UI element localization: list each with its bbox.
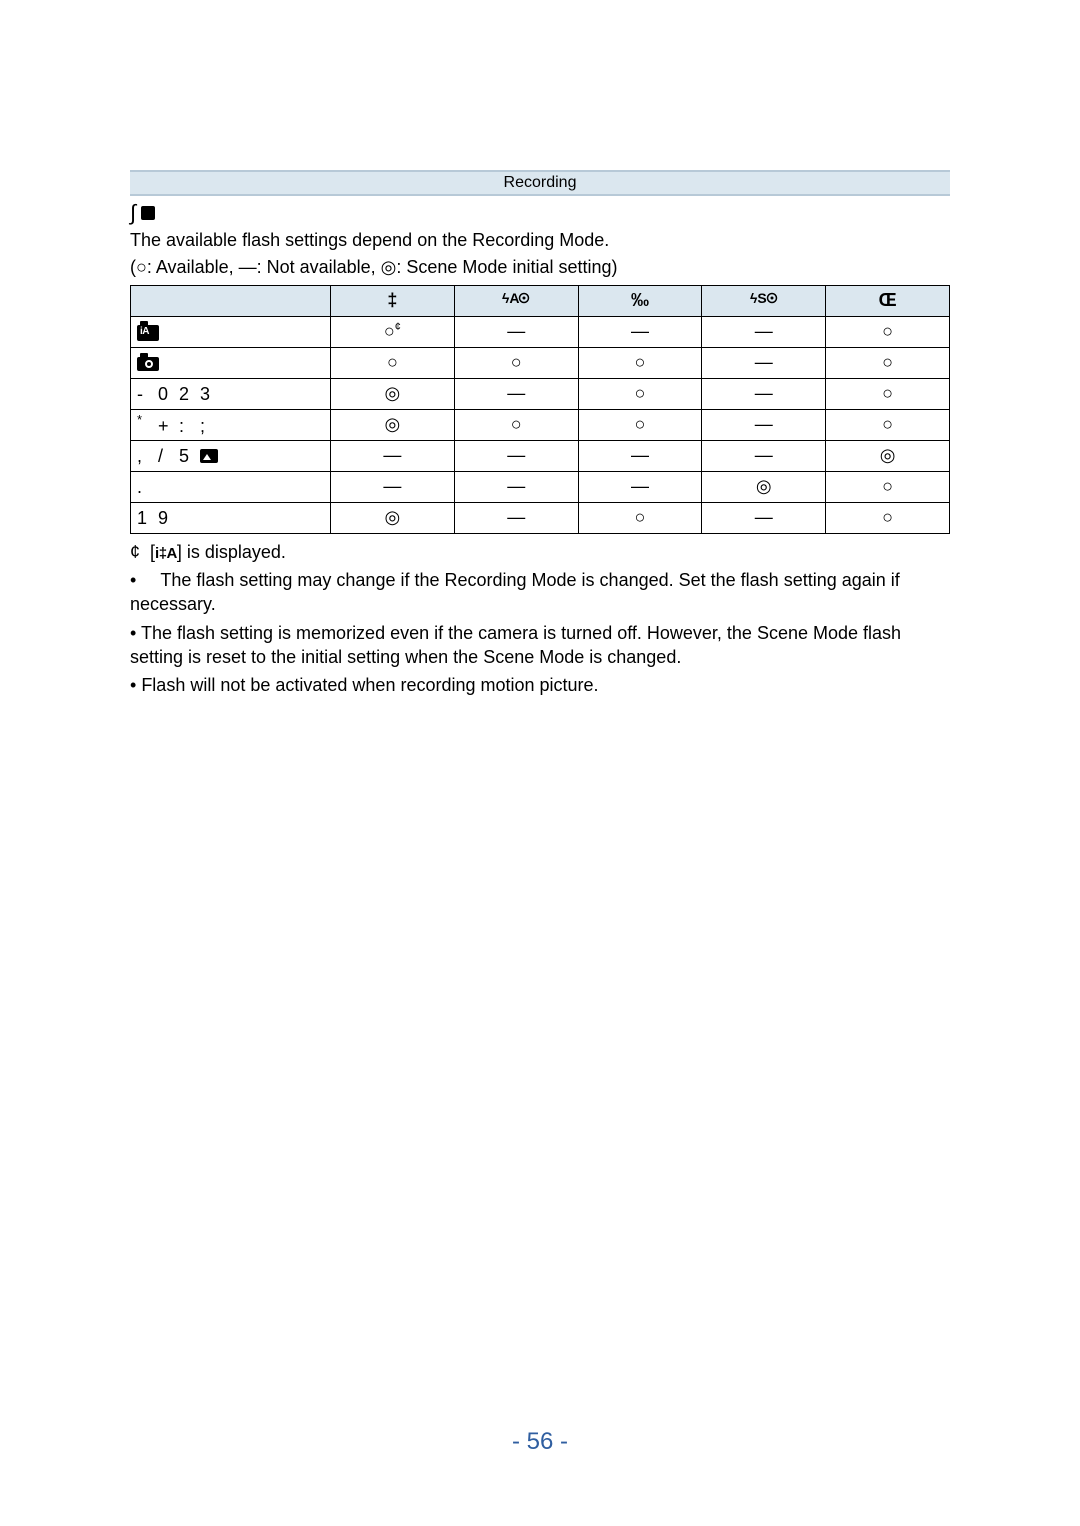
hcell-auto-redeye: ϟA: [454, 285, 578, 316]
svg-text:ϟS: ϟS: [750, 290, 767, 306]
scene-icon: 2: [179, 384, 195, 405]
cell: —: [454, 502, 578, 533]
mode-cell-scene1: - 0 2 3: [131, 378, 331, 409]
landscape-icon: [200, 449, 218, 463]
flash-auto-redeye-icon: ϟA: [502, 290, 530, 306]
footnote: ¢ [i‡A] is displayed.: [130, 540, 950, 564]
cell: —: [702, 440, 826, 471]
mode-cell-normal: [131, 347, 331, 378]
scene-icon: -: [137, 384, 153, 405]
cell: —: [702, 378, 826, 409]
cell: ◎: [331, 409, 455, 440]
page-number: - 56 -: [0, 1428, 1080, 1456]
mode-cell-scene4: .: [131, 471, 331, 502]
cell: ◎: [826, 440, 950, 471]
table-header-row: ‡ ϟA ‰ ϟS Œ: [131, 285, 950, 316]
cell: —: [331, 440, 455, 471]
cell: —: [702, 502, 826, 533]
cell: ○: [826, 471, 950, 502]
cell: —: [578, 316, 702, 347]
svg-text:ϟA: ϟA: [502, 290, 520, 306]
intro-line1: The available flash settings depend on t…: [130, 228, 950, 252]
table-row: , / 5 — — — — ◎: [131, 440, 950, 471]
cell: —: [454, 378, 578, 409]
table-row: iA ○¢ — — — ○: [131, 316, 950, 347]
cell: —: [702, 409, 826, 440]
cell: ◎: [331, 378, 455, 409]
cell: —: [454, 440, 578, 471]
section-header-text: Recording: [504, 174, 577, 191]
cell: —: [331, 471, 455, 502]
scene-icon: ,: [137, 446, 153, 467]
camera-icon: [137, 357, 159, 371]
scene-icon: 5: [179, 446, 195, 467]
mode-cell-scene5: 1 9: [131, 502, 331, 533]
bullet-note: • The flash setting may change if the Re…: [130, 568, 950, 617]
cell: —: [578, 440, 702, 471]
cell: ○: [331, 347, 455, 378]
scene-icon: :: [179, 416, 195, 437]
table-row: 1 9 ◎ — ○ — ○: [131, 502, 950, 533]
cell: ◎: [702, 471, 826, 502]
scene-icon: 3: [200, 384, 216, 405]
cell: —: [454, 471, 578, 502]
intro-legend: (○: Available, —: Not available, ◎: Scen…: [130, 255, 950, 279]
cell: ○: [826, 378, 950, 409]
scene-icon: .: [137, 477, 153, 498]
hcell-force: ‰: [578, 285, 702, 316]
flash-availability-table: ‡ ϟA ‰ ϟS Œ iA ○¢: [130, 285, 950, 534]
cell: ○: [454, 347, 578, 378]
scene-icon: 1: [137, 508, 153, 529]
scene-icon: +: [158, 416, 174, 437]
cell: —: [702, 316, 826, 347]
cell: ○: [454, 409, 578, 440]
cell: —: [578, 471, 702, 502]
bullet-note: • The flash setting is memorized even if…: [130, 621, 950, 670]
scene-icon: ;: [200, 416, 216, 437]
hcell-empty: [131, 285, 331, 316]
cell: ○: [826, 316, 950, 347]
cell: ○: [578, 409, 702, 440]
cell: —: [454, 316, 578, 347]
cell: —: [702, 347, 826, 378]
cell: ◎: [331, 502, 455, 533]
cell: ○: [578, 502, 702, 533]
mode-cell-scene2: * + : ;: [131, 409, 331, 440]
ifa-label: i‡A: [155, 545, 177, 562]
cell: ○: [826, 502, 950, 533]
scene-icon: 0: [158, 384, 174, 405]
section-header: Recording: [130, 170, 950, 196]
cell: ○: [826, 409, 950, 440]
hcell-slow-redeye: ϟS: [702, 285, 826, 316]
filled-square-icon: [141, 206, 155, 220]
table-row: . — — — ◎ ○: [131, 471, 950, 502]
intro-text: The available flash settings depend on t…: [130, 228, 950, 279]
mode-cell-ia: iA: [131, 316, 331, 347]
bullet-note: • Flash will not be activated when recor…: [130, 673, 950, 697]
cell: ○: [578, 347, 702, 378]
cell: ○¢: [331, 316, 455, 347]
hcell-auto: ‡: [331, 285, 455, 316]
section-title: ∫: [130, 202, 950, 224]
table-row: - 0 2 3 ◎ — ○ — ○: [131, 378, 950, 409]
scene-icon: *: [137, 412, 153, 427]
square-bullet-icon: ∫: [130, 202, 136, 224]
scene-icon: /: [158, 446, 174, 467]
hcell-off: Œ: [826, 285, 950, 316]
intelligent-auto-icon: iA: [137, 325, 159, 341]
mode-cell-scene3: , / 5: [131, 440, 331, 471]
table-row: * + : ; ◎ ○ ○ — ○: [131, 409, 950, 440]
scene-icon: 9: [158, 508, 174, 529]
table-row: ○ ○ ○ — ○: [131, 347, 950, 378]
cell: ○: [826, 347, 950, 378]
flash-slow-redeye-icon: ϟS: [750, 290, 778, 306]
cell: ○: [578, 378, 702, 409]
